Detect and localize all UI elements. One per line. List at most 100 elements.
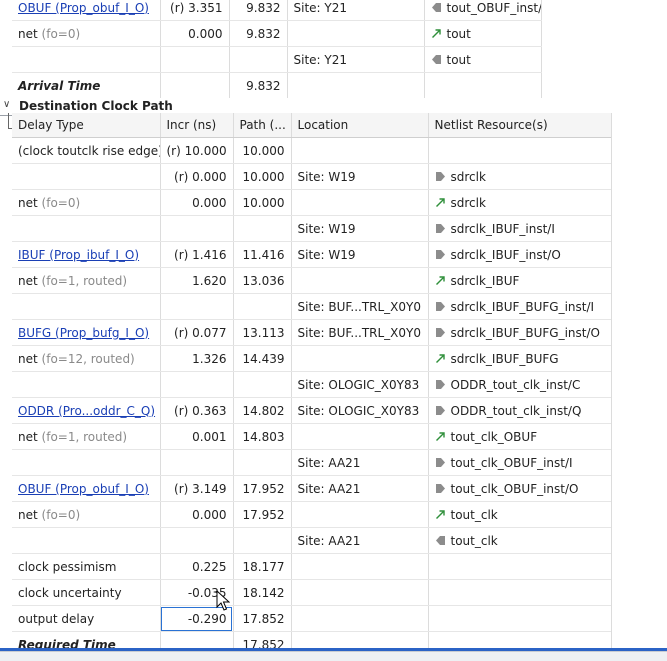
column-header-path[interactable]: Path (... [233,113,292,138]
cell-pin-icon [435,223,446,234]
netlist-resource-cell: tout_clk [428,527,612,554]
netlist-resource-cell: tout [424,46,542,73]
delay-type-text: clock uncertainty [18,585,122,600]
delay-type-link[interactable]: OBUF (Prop_obuf_I_O) [18,1,149,15]
netlist-resource-cell: sdrclk [428,163,612,190]
delay-type-text: net [18,507,38,522]
table-row[interactable]: Site: BUF...TRL_X0Y0 sdrclk_IBUF_BUFG_ins… [12,293,612,320]
net-arrow-icon [435,509,446,520]
table-row[interactable]: (clock toutclk rise edge) (r) 10.000 10.00… [12,137,612,164]
table-row[interactable]: net (fo=0) 0.000 17.952 tout_clk [12,501,612,528]
location-cell [291,423,429,450]
path-cell: 13.036 [233,267,292,294]
table-row[interactable]: net (fo=1, routed) 1.620 13.036 sdrclk_IBUF [12,267,612,294]
netlist-resource-text: tout_clk_OBUF_inst/O [450,481,579,496]
net-arrow-icon [435,275,446,286]
path-cell [229,46,288,73]
delay-type-cell[interactable]: OBUF (Prop_obuf_I_O) [12,0,161,21]
net-arrow-icon [435,353,446,364]
table-row[interactable]: net (fo=1, routed) 0.001 14.803 tout_clk_OB… [12,423,612,450]
path-cell: 9.832 [229,20,288,47]
column-header-incr[interactable]: Incr (ns) [160,113,234,138]
fanout-text: (fo=12, routed) [41,351,135,366]
netlist-resource-text: sdrclk [450,195,486,210]
netlist-resource-cell: tout_OBUF_inst/O [424,0,542,21]
delay-type-cell[interactable]: BUFG (Prop_bufg_I_O) [12,319,161,346]
table-row[interactable]: OBUF (Prop_obuf_I_O) (r) 3.351 9.832 Site: … [12,0,542,21]
path-cell [233,215,292,242]
table-row[interactable]: clock uncertainty -0.035 18.142 [12,579,612,606]
delay-type-link[interactable]: OBUF (Prop_obuf_I_O) [18,482,149,496]
column-header-delay-type[interactable]: Delay Type [12,113,161,138]
column-header-location[interactable]: Location [291,113,429,138]
column-header-netlist[interactable]: Netlist Resource(s) [428,113,612,138]
delay-type-text: net [18,26,38,41]
arrival-time-row[interactable]: Arrival Time 9.832 [12,72,542,99]
delay-type-text: output delay [18,611,95,626]
table-row[interactable]: net (fo=12, routed) 1.326 14.439 sdrclk_IBU… [12,345,612,372]
path-cell [233,449,292,476]
netlist-resource-text: sdrclk_IBUF [450,273,520,288]
table-row[interactable]: OBUF (Prop_obuf_I_O) (r) 3.149 17.952 Site:… [12,475,612,502]
table-row[interactable]: net (fo=0) 0.000 10.000 sdrclk [12,189,612,216]
table-row[interactable]: net (fo=0) 0.000 9.832 tout [12,20,542,47]
path-cell: 13.113 [233,319,292,346]
arrival-time-label: Arrival Time [12,72,161,99]
delay-type-cell [12,449,161,476]
netlist-resource-text: tout_clk [450,507,498,522]
incr-cell: 0.000 [160,501,234,528]
table-row[interactable]: (r) 0.000 10.000 Site: W19 sdrclk [12,163,612,190]
netlist-resource-cell: tout [424,20,542,47]
table-row[interactable]: Site: W19 sdrclk_IBUF_inst/I [12,215,612,242]
fanout-text: (fo=1, routed) [41,429,128,444]
path-cell: 14.803 [233,423,292,450]
incr-cell: (r) 1.416 [160,241,234,268]
table-row[interactable]: BUFG (Prop_bufg_I_O) (r) 0.077 13.113 Site:… [12,319,612,346]
delay-type-cell [12,371,161,398]
mouse-pointer-icon [216,589,231,615]
netlist-resource-text: sdrclk_IBUF_BUFG_inst/I [450,299,595,314]
table-row[interactable]: Site: AA21 tout_clk [12,527,612,554]
delay-type-link[interactable]: BUFG (Prop_bufg_I_O) [18,326,149,340]
source-path-table-tail: OBUF (Prop_obuf_I_O) (r) 3.351 9.832 Site: … [12,0,542,99]
delay-type-link[interactable]: ODDR (Pro...oddr_C_Q) [18,404,155,418]
location-cell: Site: OLOGIC_X0Y83 [291,397,429,424]
delay-type-cell [12,527,161,554]
delay-type-cell: net (fo=0) [12,501,161,528]
delay-type-cell: net (fo=1, routed) [12,423,161,450]
table-row[interactable]: output delay -0.290 17.852 [12,605,612,632]
delay-type-cell[interactable]: IBUF (Prop_ibuf_I_O) [12,241,161,268]
incr-cell: 0.000 [160,20,230,47]
cell-pin-icon [435,405,446,416]
table-row[interactable]: Site: Y21 tout [12,46,542,73]
location-cell [291,553,429,580]
incr-cell: (r) 3.351 [160,0,230,21]
netlist-resource-cell: tout_clk [428,501,612,528]
path-cell: 17.952 [233,501,292,528]
delay-type-text: clock pessimism [18,559,117,574]
table-row[interactable]: Site: AA21 tout_clk_OBUF_inst/I [12,449,612,476]
table-row[interactable]: IBUF (Prop_ibuf_I_O) (r) 1.416 11.416 Site:… [12,241,612,268]
location-cell [291,579,429,606]
incr-cell [160,371,234,398]
netlist-resource-cell: ODDR_tout_clk_inst/Q [428,397,612,424]
netlist-resource-text: tout [446,52,471,67]
delay-type-link[interactable]: IBUF (Prop_ibuf_I_O) [18,248,139,262]
delay-type-cell: clock pessimism [12,553,161,580]
path-cell: 11.416 [233,241,292,268]
incr-cell: 0.001 [160,423,234,450]
delay-type-cell[interactable]: ODDR (Pro...oddr_C_Q) [12,397,161,424]
delay-type-text: (clock toutclk rise edge) [18,143,160,158]
table-row[interactable]: clock pessimism 0.225 18.177 [12,553,612,580]
collapse-chevron-icon[interactable]: ∨ [3,99,10,110]
netlist-resource-cell [428,579,612,606]
delay-type-cell[interactable]: OBUF (Prop_obuf_I_O) [12,475,161,502]
netlist-resource-cell: ODDR_tout_clk_inst/C [428,371,612,398]
location-cell: Site: W19 [291,241,429,268]
netlist-resource-text: ODDR_tout_clk_inst/C [450,377,581,392]
table-row[interactable]: ODDR (Pro...oddr_C_Q) (r) 0.363 14.802 Site… [12,397,612,424]
location-cell: Site: AA21 [291,527,429,554]
table-row[interactable]: Site: OLOGIC_X0Y83 ODDR_tout_clk_inst/C [12,371,612,398]
netlist-resource-cell: sdrclk_IBUF_BUFG [428,345,612,372]
incr-cell: (r) 0.077 [160,319,234,346]
